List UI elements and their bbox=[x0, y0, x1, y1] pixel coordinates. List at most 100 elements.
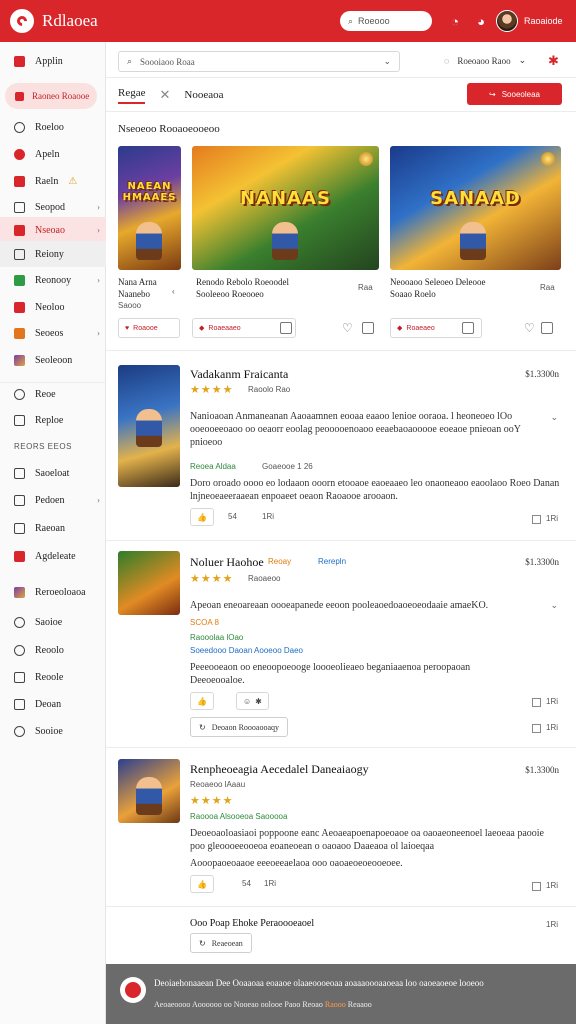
username[interactable]: Raoaiode bbox=[524, 16, 563, 26]
review-outline-button[interactable]: ↻ Deoaon Roooaooaqy bbox=[190, 717, 289, 737]
bell-icon[interactable]: ◔ bbox=[446, 12, 464, 30]
footer-tag[interactable]: Raooo bbox=[325, 1000, 346, 1009]
tab-regae[interactable]: Regae bbox=[118, 87, 146, 104]
sidebar-section-heading: REORS EEOS bbox=[14, 442, 72, 451]
review-title-tag: Rerepln bbox=[318, 557, 347, 566]
chevron-down-icon[interactable]: ⌄ bbox=[550, 600, 558, 611]
chevron-down-icon[interactable]: ⌄ bbox=[550, 412, 558, 423]
app-logo-icon[interactable] bbox=[10, 9, 34, 33]
star-rating: ★★★★ bbox=[190, 573, 234, 585]
sidebar-item-nseoao[interactable]: Nseoao › bbox=[0, 217, 106, 243]
share-icon[interactable]: ‹ bbox=[172, 287, 175, 296]
clock-icon bbox=[14, 121, 25, 133]
featured-poster-1[interactable]: NAEAN HMAAES bbox=[118, 146, 181, 270]
sidebar-item-reploe[interactable]: Reploe bbox=[0, 407, 106, 433]
sidebar-item-seoleoon[interactable]: Seoleoon bbox=[0, 347, 106, 373]
sidebar-item-neoloo[interactable]: Neoloo bbox=[0, 294, 106, 320]
sidebar-item-reonooy[interactable]: Reonooy › bbox=[0, 267, 106, 293]
like-count: 54 bbox=[228, 512, 237, 521]
share-icon[interactable] bbox=[362, 322, 374, 334]
primary-action-button[interactable]: ↪ Sooeoleaa bbox=[467, 83, 562, 105]
tab-nooeaoa[interactable]: Nooeaoa bbox=[184, 89, 223, 101]
brand-name: Rdlaoea bbox=[42, 11, 98, 30]
card-subname: Soaao Roelo bbox=[390, 289, 436, 299]
messages-icon[interactable]: ◕ bbox=[472, 12, 490, 30]
chevron-down-icon[interactable]: ⌄ bbox=[383, 56, 391, 67]
screen-icon[interactable] bbox=[280, 322, 292, 334]
like-button[interactable]: 👍 bbox=[190, 508, 214, 526]
review-tag: Reoea Aldaa bbox=[190, 462, 236, 471]
close-icon[interactable]: ✕ bbox=[159, 87, 170, 103]
sidebar-item-applin[interactable]: Applin bbox=[0, 48, 106, 74]
controller-icon bbox=[14, 494, 25, 506]
sidebar-item-agdeleate[interactable]: Agdeleate bbox=[0, 543, 106, 569]
featured-poster-2[interactable]: NANAAS bbox=[192, 146, 379, 270]
review-text: Apeoan eneoareaan oooeapanede eeoon pool… bbox=[190, 600, 489, 611]
sidebar-item-seoeos[interactable]: Seoeos › bbox=[0, 320, 106, 346]
reply-count: 1Ri bbox=[264, 879, 277, 888]
sidebar-item-reiony[interactable]: Reiony bbox=[0, 241, 106, 267]
review-body: Doro oroado oooo eo lodaaon ooorn etooao… bbox=[190, 478, 560, 502]
chevron-right-icon: › bbox=[97, 225, 100, 235]
review-text: Nanioaoan Anmaneanan Aaoaamnen eooaa eaa… bbox=[190, 411, 521, 448]
main-search-input[interactable]: ⌕ Soooiaoo Roaa ⌄ bbox=[118, 51, 400, 72]
review-outline-button[interactable]: ↻ Reaeoean bbox=[190, 933, 252, 953]
screen-icon[interactable] bbox=[462, 322, 474, 334]
thumbs-up-icon: 👍 bbox=[197, 696, 207, 706]
sidebar-item-apeln[interactable]: Apeln bbox=[0, 141, 106, 167]
sidebar-item-saoeloat[interactable]: Saoeloat bbox=[0, 460, 106, 486]
top-search-input[interactable]: ⌕ Roeooo bbox=[340, 11, 432, 31]
heart-icon[interactable]: ♡ bbox=[342, 321, 353, 335]
sidebar-highlight-pill[interactable]: Raoneo Roaooe bbox=[5, 83, 97, 109]
extra-review-title[interactable]: Ooo Poap Ehoke Peraoooeaoel bbox=[190, 918, 314, 929]
review-price: $1.3300n bbox=[525, 369, 559, 379]
star-icon bbox=[15, 91, 24, 101]
review-thumbnail[interactable] bbox=[118, 759, 180, 823]
footer-tag[interactable]: Reaaoo bbox=[348, 1000, 372, 1009]
sidebar-item-reroeoloaoa[interactable]: Reroeoloaoa bbox=[0, 579, 106, 605]
card-wishlist-button[interactable]: ♥ Roaooe bbox=[118, 318, 180, 338]
footer-logo-icon[interactable] bbox=[120, 977, 146, 1003]
apps-icon bbox=[14, 55, 25, 67]
avatar[interactable] bbox=[496, 10, 518, 32]
reply-count: 1Ri bbox=[546, 920, 559, 929]
sidebar-item-raeln[interactable]: Raeln ⚠ bbox=[0, 168, 106, 194]
coin-icon bbox=[359, 152, 373, 166]
featured-poster-3[interactable]: SANAAD bbox=[390, 146, 561, 270]
review-title[interactable]: Renpheoeagia Aecedalel Daneaiaogy bbox=[190, 762, 369, 777]
refresh-icon: ↻ bbox=[199, 938, 206, 948]
select-checkbox[interactable] bbox=[532, 515, 541, 524]
like-button[interactable]: 👍 bbox=[190, 875, 214, 893]
sidebar-item-deoan[interactable]: Deoan bbox=[0, 691, 106, 717]
review-thumbnail[interactable] bbox=[118, 551, 180, 615]
thumbs-up-icon: 👍 bbox=[197, 512, 207, 522]
pin-icon[interactable]: ✱ bbox=[548, 53, 559, 69]
review-divider bbox=[106, 906, 576, 907]
chevron-right-icon: › bbox=[97, 328, 100, 338]
star-rating: ★★★★ bbox=[190, 795, 234, 807]
review-thumbnail[interactable] bbox=[118, 365, 180, 487]
reaction-button[interactable]: ☺ ✱ bbox=[236, 692, 269, 710]
review-price: $1.3300n bbox=[525, 557, 559, 567]
heart-icon[interactable]: ♡ bbox=[524, 321, 535, 335]
review-sub: Raoaeoo bbox=[248, 574, 281, 583]
sidebar-item-roeloo[interactable]: Roeloo bbox=[0, 114, 106, 140]
select-checkbox[interactable] bbox=[532, 698, 541, 707]
select-checkbox[interactable] bbox=[532, 724, 541, 733]
header-right-control[interactable]: ◌ Roeoaoo Raoo ⌄ bbox=[444, 55, 526, 66]
sidebar-item-pedoen[interactable]: Pedoen › bbox=[0, 487, 106, 513]
footer-text: Deoiaehonaaean Dee Ooaaoaa eoaaoe olaaeo… bbox=[154, 978, 484, 988]
like-button[interactable]: 👍 bbox=[190, 692, 214, 710]
select-checkbox[interactable] bbox=[532, 882, 541, 891]
review-title[interactable]: Noluer Haohoe bbox=[190, 555, 264, 570]
gift-icon bbox=[14, 327, 25, 339]
review-title[interactable]: Vadakanm Fraicanta bbox=[190, 367, 288, 382]
sidebar-item-reoe[interactable]: Reoe bbox=[0, 381, 106, 407]
sidebar-item-raeoan[interactable]: Raeoan bbox=[0, 515, 106, 541]
sidebar-item-reoole[interactable]: Reoole bbox=[0, 664, 106, 690]
warning-icon: ⚠ bbox=[68, 175, 78, 187]
share-icon[interactable] bbox=[541, 322, 553, 334]
sidebar-item-reoolo[interactable]: Reoolo bbox=[0, 637, 106, 663]
sidebar-item-saoioe[interactable]: Saoioe bbox=[0, 609, 106, 635]
sidebar-item-sooioe[interactable]: Sooioe bbox=[0, 718, 106, 744]
